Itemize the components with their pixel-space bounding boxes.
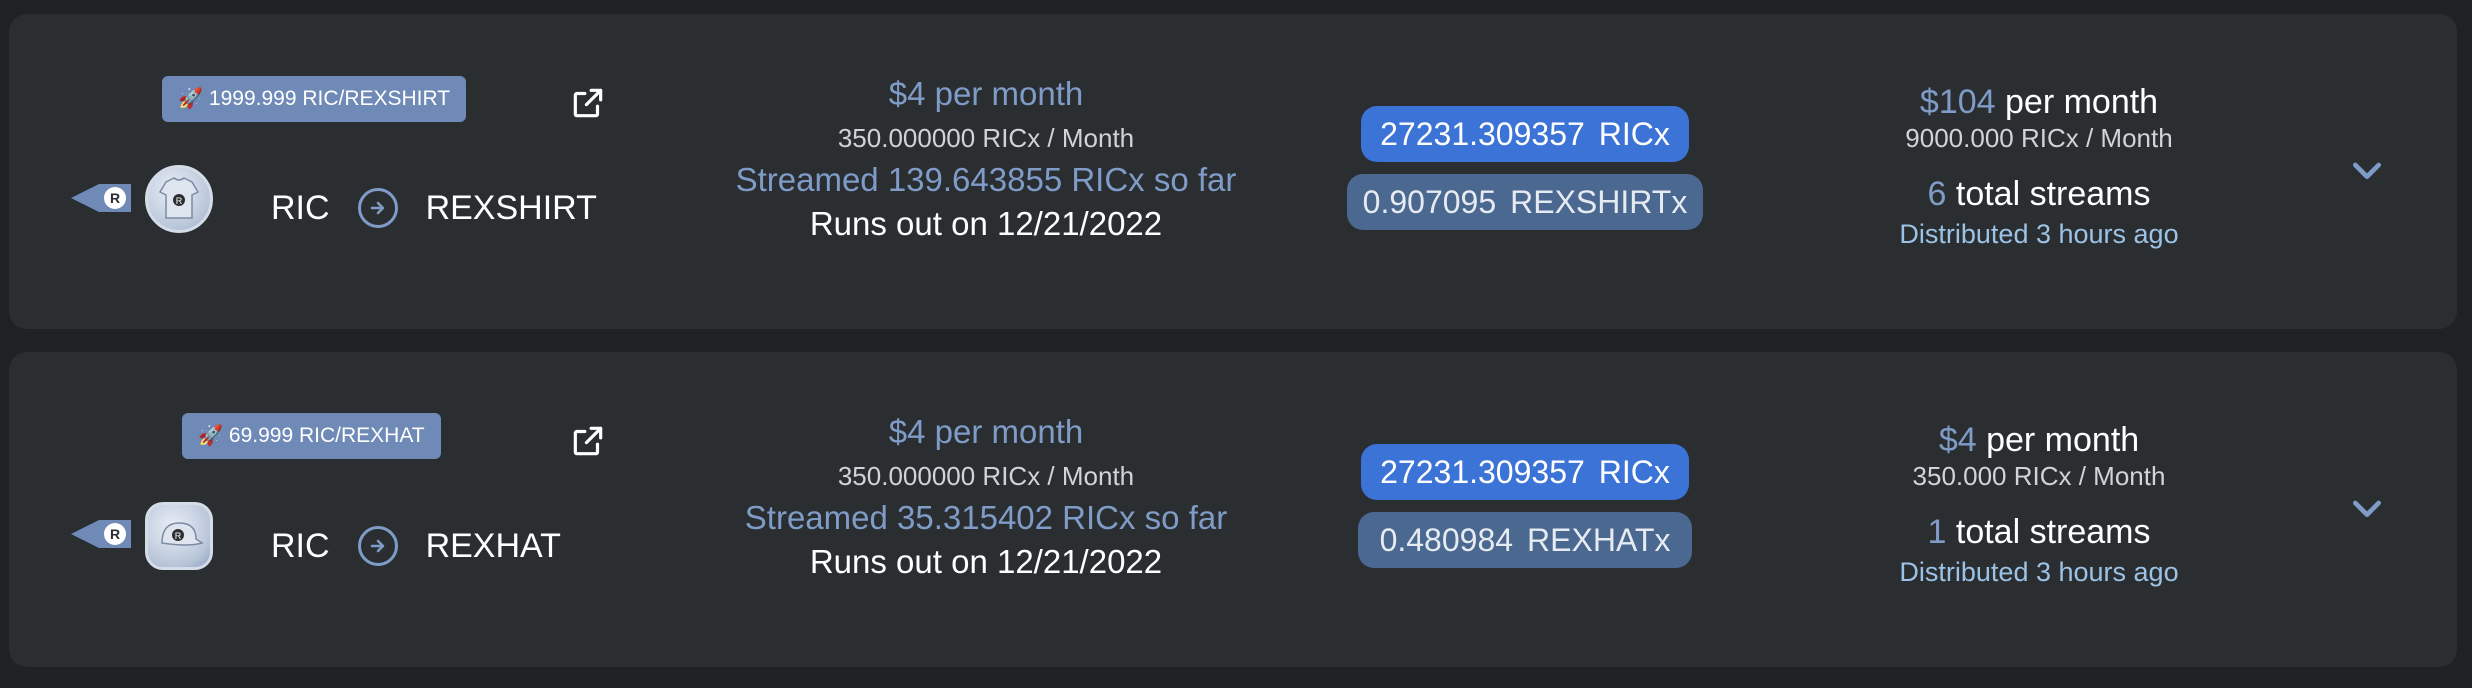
distributed-time: 3 hours ago bbox=[2035, 557, 2179, 587]
streams-label: total streams bbox=[1955, 175, 2151, 213]
streams-count: 1 bbox=[1927, 513, 1947, 551]
balance-in-value: 27231.309357 bbox=[1380, 115, 1585, 152]
user-stream-info: $4 per month 350.000000 RICx / Month Str… bbox=[686, 72, 1286, 246]
external-link-icon[interactable] bbox=[569, 422, 607, 460]
chevron-down-icon[interactable] bbox=[2347, 488, 2387, 528]
streamed-so-far: Streamed 139.643855 RICx so far bbox=[735, 161, 1237, 198]
total-rate-suffix: per month bbox=[1986, 421, 2140, 459]
rate-badge: 🚀 69.999 RIC/REXHAT bbox=[182, 413, 441, 459]
chevron-down-icon[interactable] bbox=[2347, 150, 2387, 190]
market-logo: R R bbox=[69, 164, 219, 234]
svg-text:R: R bbox=[110, 526, 120, 542]
balance-in-value: 27231.309357 bbox=[1380, 453, 1585, 490]
total-rate-value: $104 bbox=[1919, 83, 1996, 121]
distributed-prefix: Distributed bbox=[1899, 557, 2029, 587]
balance-out-value: 0.907095 bbox=[1362, 183, 1497, 220]
svg-text:R: R bbox=[110, 190, 120, 206]
balance-in-token: RICx bbox=[1598, 115, 1670, 152]
total-rate-suffix: per month bbox=[2005, 83, 2159, 121]
rate-badge-label: 69.999 RIC/REXHAT bbox=[228, 424, 425, 447]
distributed-time: 3 hours ago bbox=[2035, 219, 2179, 249]
market-card-rexhat: 🚀 69.999 RIC/REXHAT R R RIC REXHAT $4 pe… bbox=[9, 352, 2457, 667]
token-pair: RIC REXSHIRT bbox=[271, 188, 597, 228]
market-totals: $104 per month 9000.000 RICx / Month 6 t… bbox=[1769, 80, 2309, 252]
user-amount: 350.000000 RICx / Month bbox=[837, 123, 1135, 153]
streams-label: total streams bbox=[1955, 513, 2151, 551]
user-stream-info: $4 per month 350.000000 RICx / Month Str… bbox=[686, 410, 1286, 584]
arrow-right-circle-icon bbox=[357, 526, 398, 566]
from-token: RIC bbox=[271, 526, 330, 565]
rate-badge: 🚀 1999.999 RIC/REXSHIRT bbox=[162, 76, 467, 122]
balance-in-token: RICx bbox=[1598, 453, 1670, 490]
cap-icon: R bbox=[145, 502, 213, 570]
rex-logo-icon: R bbox=[71, 520, 131, 548]
runs-out-date: Runs out on 12/21/2022 bbox=[809, 205, 1163, 242]
rate-badge-label: 1999.999 RIC/REXSHIRT bbox=[208, 87, 451, 110]
user-rate: $4 per month bbox=[888, 75, 1084, 112]
svg-text:R: R bbox=[176, 196, 183, 206]
svg-text:R: R bbox=[175, 531, 182, 541]
market-card-rexshirt: 🚀 1999.999 RIC/REXSHIRT R R RIC REXSHIRT… bbox=[9, 14, 2457, 329]
distributed-prefix: Distributed bbox=[1899, 219, 2029, 249]
t-shirt-icon: R bbox=[145, 165, 213, 233]
balance-out-pill: 0.480984 REXHATx bbox=[1358, 512, 1692, 568]
balance-in-pill: 27231.309357 RICx bbox=[1361, 444, 1689, 500]
rocket-icon: 🚀 bbox=[198, 425, 223, 447]
market-totals: $4 per month 350.000 RICx / Month 1 tota… bbox=[1769, 418, 2309, 590]
arrow-right-circle-icon bbox=[357, 188, 398, 228]
balance-out-value: 0.480984 bbox=[1379, 521, 1514, 558]
runs-out-date: Runs out on 12/21/2022 bbox=[809, 543, 1163, 580]
streamed-so-far: Streamed 35.315402 RICx so far bbox=[744, 499, 1228, 536]
total-amount: 350.000 RICx / Month bbox=[1912, 461, 2166, 491]
external-link-icon[interactable] bbox=[569, 84, 607, 122]
rex-logo-icon: R bbox=[71, 184, 131, 212]
user-amount: 350.000000 RICx / Month bbox=[837, 461, 1135, 491]
rocket-icon: 🚀 bbox=[178, 88, 203, 110]
to-token: REXHAT bbox=[425, 526, 561, 565]
from-token: RIC bbox=[271, 188, 330, 227]
balance-out-pill: 0.907095 REXSHIRTx bbox=[1347, 174, 1703, 230]
market-logo: R R bbox=[69, 502, 219, 572]
to-token: REXSHIRT bbox=[425, 188, 597, 227]
balance-in-pill: 27231.309357 RICx bbox=[1361, 106, 1689, 162]
balance-out-token: REXSHIRTx bbox=[1510, 183, 1688, 220]
streams-count: 6 bbox=[1927, 175, 1947, 213]
total-rate-value: $4 bbox=[1938, 421, 1977, 459]
balance-out-token: REXHATx bbox=[1527, 521, 1671, 558]
token-pair: RIC REXHAT bbox=[271, 526, 561, 566]
total-amount: 9000.000 RICx / Month bbox=[1905, 123, 2173, 153]
user-rate: $4 per month bbox=[888, 413, 1084, 450]
